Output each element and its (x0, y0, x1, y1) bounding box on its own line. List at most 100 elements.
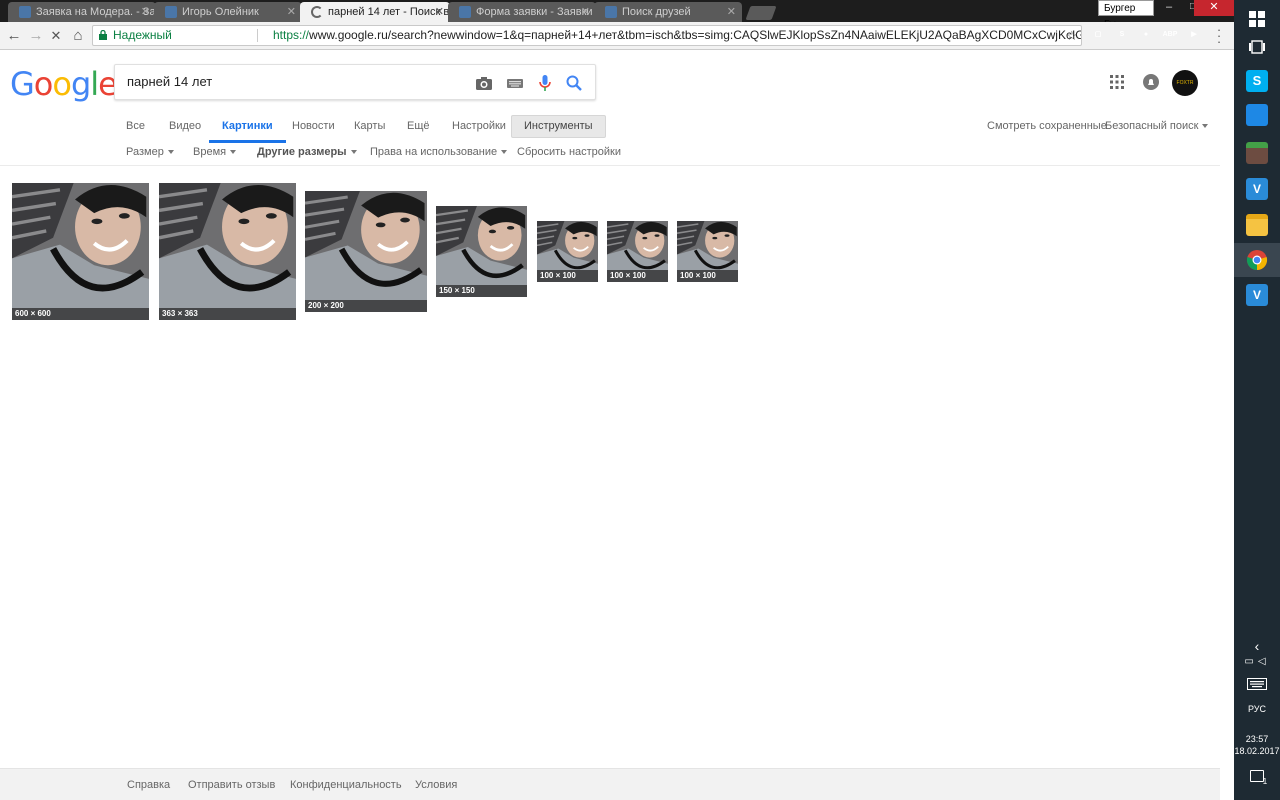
input-language[interactable]: РУС (1234, 704, 1280, 714)
bookmark-star-icon[interactable]: ☆ (1066, 26, 1078, 45)
new-tab-button[interactable] (745, 6, 777, 20)
search-type-tabs: Все Видео Картинки Новости Карты Ещё Нас… (0, 112, 1220, 143)
extension-s-icon[interactable]: S (1114, 27, 1130, 43)
forward-arrow-icon[interactable]: → (26, 26, 46, 46)
url-scheme: https:// (273, 28, 310, 42)
tab-close-icon[interactable]: ✕ (141, 2, 150, 22)
adblock-plus-icon[interactable]: ABP (1162, 27, 1178, 43)
result-photo (436, 206, 527, 297)
vk-icon (605, 6, 617, 18)
show-hidden-icons-chevron-icon[interactable]: ‹ (1234, 638, 1280, 654)
tab-all[interactable]: Все (126, 112, 145, 140)
address-bar[interactable]: Надежный https://www.google.ru/search?ne… (92, 25, 1082, 46)
touch-keyboard-icon[interactable] (1247, 678, 1267, 690)
result-photo (159, 183, 296, 320)
extension-green-icon[interactable]: ▢ (1090, 27, 1106, 43)
image-result[interactable]: 363 × 363 (159, 183, 296, 320)
keyboard-icon[interactable] (506, 74, 524, 92)
search-box (114, 64, 596, 100)
tools-button[interactable]: Инструменты (511, 115, 606, 138)
screen: { "browser": { "tabs": [ {"title": "Заяв… (0, 0, 1280, 800)
logo-letter: o (33, 65, 54, 103)
url-rest: www.google.ru/search?newwindow=1&q=парне… (309, 28, 1081, 42)
skype-icon[interactable]: S (1246, 70, 1268, 92)
tab-title: Игорь Олейник (182, 6, 259, 18)
search-icon[interactable] (565, 74, 583, 92)
tab-close-icon[interactable]: ✕ (727, 2, 736, 22)
camera-icon[interactable] (475, 74, 493, 92)
browser-tab[interactable]: Игорь Олейник ✕ (154, 2, 302, 22)
chevron-down-icon (167, 150, 174, 155)
browser-tab[interactable]: Форма заявки - Заявки ✕ (448, 2, 596, 22)
extension-video-icon[interactable]: ▶ (1186, 27, 1202, 43)
logo-letter: o (52, 65, 72, 103)
image-result[interactable]: 150 × 150 (436, 206, 527, 297)
clock-date[interactable]: 18.02.2017 (1234, 746, 1280, 756)
browser-tab-active[interactable]: парней 14 лет - Поиск в Google ✕ (300, 2, 450, 22)
browser-menu-icon[interactable]: · · · (1216, 23, 1222, 48)
browser-toolbar: ← → ✕ ⌂ Надежный https://www.google.ru/s… (0, 22, 1234, 50)
vk-shield-app-icon-2[interactable]: V (1246, 284, 1268, 306)
tab-title: Заявка на Модера. - Заявк (36, 6, 156, 18)
microphone-icon[interactable] (536, 74, 554, 92)
tab-more[interactable]: Ещё (407, 112, 430, 140)
vk-icon (165, 6, 177, 18)
tab-close-icon[interactable]: ✕ (287, 2, 296, 22)
tab-images[interactable]: Картинки (209, 112, 286, 143)
tab-news[interactable]: Новости (292, 112, 335, 140)
browser-tab[interactable]: Поиск друзей ✕ (594, 2, 742, 22)
filter-other-sizes[interactable]: Другие размеры (257, 146, 357, 158)
account-avatar[interactable]: FOXTR (1172, 70, 1198, 96)
clock-time[interactable]: 23:57 (1234, 734, 1280, 744)
home-icon[interactable]: ⌂ (68, 26, 88, 46)
filter-size[interactable]: Размер (126, 146, 174, 158)
image-result[interactable]: 600 × 600 (12, 183, 149, 320)
tab-video[interactable]: Видео (169, 112, 201, 140)
tab-settings[interactable]: Настройки (452, 112, 506, 140)
task-view-icon[interactable] (1246, 36, 1268, 58)
minimize-button[interactable]: – (1156, 0, 1182, 16)
tab-strip: Заявка на Модера. - Заявк ✕ Игорь Олейни… (0, 0, 1234, 30)
footer-terms-link[interactable]: Условия (415, 779, 457, 791)
tab-close-icon[interactable]: ✕ (435, 2, 444, 22)
back-arrow-icon[interactable]: ← (4, 26, 24, 46)
result-photo (305, 191, 427, 312)
search-input[interactable] (127, 74, 467, 89)
image-result[interactable]: 100 × 100 (537, 221, 598, 282)
tab-title: Форма заявки - Заявки (476, 6, 593, 18)
apps-grid-icon[interactable] (1109, 74, 1125, 90)
windows-start-icon[interactable] (1246, 8, 1268, 30)
profile-button[interactable]: Бургер Гы.. (1098, 0, 1154, 30)
notifications-bell-icon[interactable] (1143, 74, 1159, 90)
tab-close-icon[interactable]: ✕ (581, 2, 590, 22)
filter-time[interactable]: Время (193, 146, 237, 158)
file-explorer-icon[interactable] (1246, 214, 1268, 236)
tab-title: парней 14 лет - Поиск в Google (328, 6, 450, 18)
saved-images-link[interactable]: Смотреть сохраненные (987, 112, 1107, 140)
close-window-button[interactable]: ✕ (1194, 0, 1234, 16)
chrome-icon[interactable] (1246, 249, 1268, 271)
safesearch-dropdown[interactable]: Безопасный поиск (1105, 112, 1209, 140)
tab-maps[interactable]: Карты (354, 112, 385, 140)
reset-filters-link[interactable]: Сбросить настройки (517, 146, 621, 158)
image-result[interactable]: 100 × 100 (677, 221, 738, 282)
lock-icon (99, 30, 107, 40)
image-dimensions: 100 × 100 (537, 270, 598, 282)
filter-usage-rights[interactable]: Права на использование (370, 146, 508, 158)
footer-feedback-link[interactable]: Отправить отзыв (188, 779, 275, 791)
chevron-down-icon (230, 150, 237, 155)
result-photo (12, 183, 149, 320)
network-volume-icons[interactable]: ▭◁ (1234, 656, 1280, 667)
page-footer: Справка Отправить отзыв Конфиденциальнос… (0, 768, 1220, 800)
vk-shield-app-icon[interactable]: V (1246, 178, 1268, 200)
image-result[interactable]: 100 × 100 (607, 221, 668, 282)
app-icon[interactable] (1246, 104, 1268, 126)
footer-privacy-link[interactable]: Конфиденциальность (290, 779, 402, 791)
stop-loading-icon[interactable]: ✕ (46, 26, 66, 46)
browser-tab[interactable]: Заявка на Модера. - Заявк ✕ (8, 2, 156, 22)
image-result[interactable]: 200 × 200 (305, 191, 427, 312)
minecraft-icon[interactable] (1246, 142, 1268, 164)
footer-help-link[interactable]: Справка (127, 779, 170, 791)
google-logo[interactable]: Google (10, 64, 118, 104)
extension-red-icon[interactable]: ● (1138, 27, 1154, 43)
